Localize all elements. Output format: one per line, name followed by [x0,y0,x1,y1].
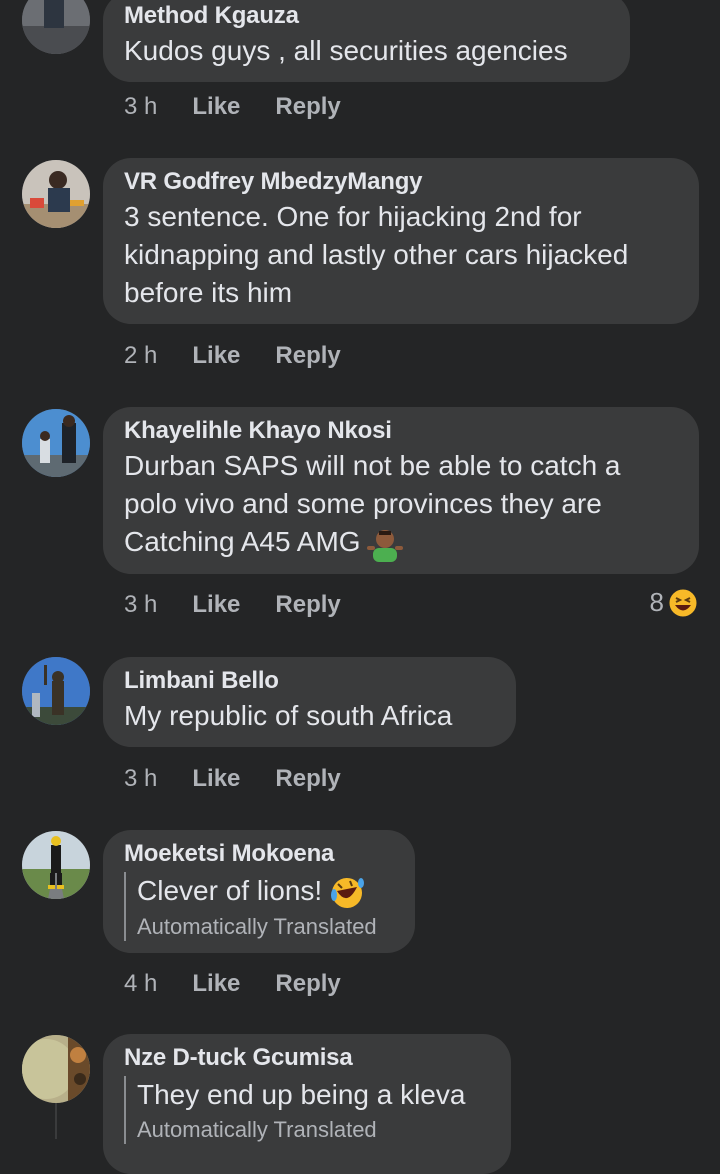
reply-button[interactable]: Reply [275,969,340,999]
comment-author[interactable]: Nze D-tuck Gcumisa [124,1044,490,1072]
reply-button[interactable]: Reply [275,590,340,620]
comment-bubble: Nze D-tuck Gcumisa They end up being a k… [103,1034,511,1174]
reaction-summary[interactable]: 8 [650,587,698,618]
reaction-count: 8 [649,587,664,617]
laughing-face-icon [668,588,698,617]
avatar[interactable] [22,0,90,54]
comment-timestamp[interactable]: 2 h [124,341,157,371]
like-button[interactable]: Like [192,969,240,999]
comment-bubble: Khayelihle Khayo Nkosi Durban SAPS will … [103,407,699,574]
comment-actions: 3 h Like Reply [124,590,341,620]
comment-bubble: VR Godfrey MbedzyMangy 3 sentence. One f… [103,158,699,324]
comment-text: Kudos guys , all securities agencies [124,35,568,66]
avatar[interactable] [22,409,90,477]
like-button[interactable]: Like [192,341,240,371]
comment-author[interactable]: Khayelihle Khayo Nkosi [124,417,678,445]
comment-text: 3 sentence. One for hijacking 2nd for ki… [124,201,629,308]
comment-author[interactable]: VR Godfrey MbedzyMangy [124,168,678,196]
reply-button[interactable]: Reply [275,341,340,371]
comment-text: My republic of south Africa [124,700,453,731]
like-button[interactable]: Like [192,590,240,620]
comment-author[interactable]: Moeketsi Mokoena [124,840,394,868]
comment-actions: 3 h Like Reply [124,764,341,794]
auto-translated-label[interactable]: Automatically Translated [137,1116,490,1144]
avatar[interactable] [22,160,90,228]
avatar[interactable] [22,657,90,725]
comment-bubble: Moeketsi Mokoena Clever of lions! Automa… [103,830,415,953]
comment-timestamp[interactable]: 3 h [124,92,157,122]
comment-actions: 3 h Like Reply [124,92,341,122]
avatar[interactable] [22,831,90,899]
avatar[interactable] [22,1035,90,1103]
comment-timestamp[interactable]: 4 h [124,969,157,999]
auto-translated-label[interactable]: Automatically Translated [137,913,394,941]
thread-line [55,1100,57,1139]
comment-author[interactable]: Limbani Bello [124,667,495,695]
like-button[interactable]: Like [192,92,240,122]
translated-block: Clever of lions! Automatically Translate… [124,872,394,941]
comment-text-body: Clever of lions! [137,875,323,906]
comment-text: Durban SAPS will not be able to catch a … [124,447,678,562]
rolling-on-floor-laughing-emoji [331,877,365,908]
comment-timestamp[interactable]: 3 h [124,764,157,794]
reply-button[interactable]: Reply [275,92,340,122]
person-shrugging-emoji [366,529,403,562]
comment-text: They end up being a kleva [137,1079,466,1110]
comment-timestamp[interactable]: 3 h [124,590,157,620]
comment-text: Clever of lions! [137,872,394,911]
comment-author[interactable]: Method Kgauza [124,2,609,30]
comment-bubble: Method Kgauza Kudos guys , all securitie… [103,0,630,82]
reply-button[interactable]: Reply [275,764,340,794]
comment-actions: 4 h Like Reply [124,969,341,999]
comment-bubble: Limbani Bello My republic of south Afric… [103,657,516,747]
comment-actions: 2 h Like Reply [124,341,341,371]
like-button[interactable]: Like [192,764,240,794]
translated-block: They end up being a kleva Automatically … [124,1076,490,1144]
